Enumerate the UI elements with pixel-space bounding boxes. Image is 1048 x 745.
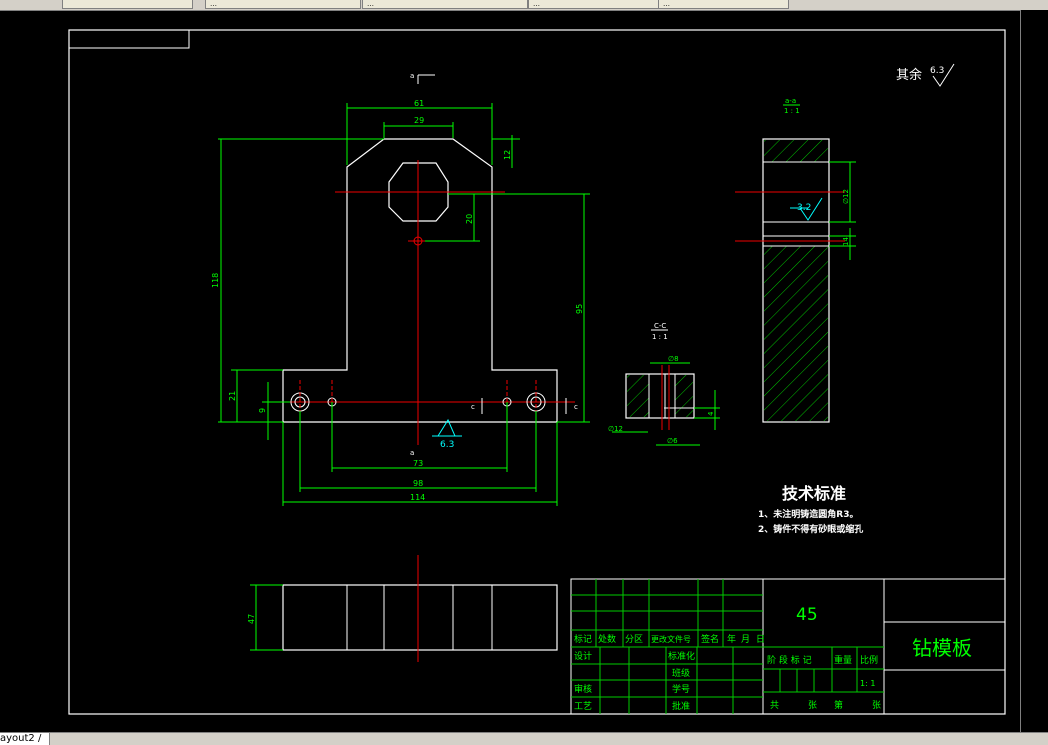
title-block-grid	[571, 579, 884, 714]
tech-line-2: 2、铸件不得有砂眼或缩孔	[758, 523, 863, 535]
tb-row-label-7: 月	[741, 634, 750, 645]
tb-student-no: 学号	[672, 683, 690, 695]
tb-approve: 批准	[672, 700, 690, 712]
dim-aa-2: 14	[842, 237, 850, 246]
tb-standard: 标准化	[668, 650, 695, 662]
dim-98: 98	[413, 479, 423, 488]
svg-text:a: a	[410, 449, 414, 457]
front-view	[265, 138, 575, 445]
tb-stage-mark: 阶 段 标 记	[767, 654, 812, 666]
dim-chamfer: 12	[503, 150, 512, 160]
sheet-border	[68, 29, 1006, 715]
tb-scale-value: 1: 1	[860, 679, 875, 688]
tb-sheets: 张	[808, 700, 817, 711]
tb-row-label-4: 更改文件号	[651, 634, 691, 644]
tb-level: 班级	[672, 667, 690, 679]
tb-total: 共	[770, 700, 779, 711]
section-c-label-right: c	[574, 403, 578, 411]
tb-scale: 比例	[860, 654, 878, 666]
section-cc-title: C-C	[654, 322, 666, 330]
layout-tab[interactable]: ayout2 /	[0, 733, 51, 745]
dim-114: 114	[410, 493, 425, 502]
svg-text:a: a	[410, 72, 414, 80]
dim-top-width: 61	[414, 99, 424, 108]
dim-hole-offset: 20	[465, 214, 474, 224]
document-tab-1[interactable]	[62, 0, 193, 9]
section-c-label-left: c	[471, 403, 475, 411]
dim-view-height: 47	[247, 614, 256, 624]
tb-row-label-8: 日	[756, 634, 765, 645]
roughness-value: 6.3	[930, 66, 944, 76]
tb-row-label-5: 签名	[701, 633, 719, 645]
layout-tab-bar: ayout2 /	[0, 732, 1048, 745]
dim-base-small: 9	[258, 408, 267, 413]
section-aa-scale: 1 : 1	[784, 107, 800, 115]
tb-material: 45	[796, 605, 818, 625]
tb-part-name: 钻模板	[912, 636, 972, 660]
dim-base-height: 21	[228, 391, 237, 401]
right-edge-scrollbar[interactable]	[1020, 10, 1048, 732]
roughness-prefix: 其余	[896, 67, 922, 83]
dim-cc-3: 4	[707, 411, 715, 416]
document-tab-2[interactable]: …	[205, 0, 361, 9]
section-cc-view	[612, 362, 720, 446]
dim-cc-2: ∅12	[608, 425, 623, 433]
tech-title: 技术标准	[782, 484, 846, 503]
front-view-outline	[282, 138, 558, 423]
section-aa-roughness: 3.2	[797, 203, 811, 213]
dim-73: 73	[413, 459, 423, 468]
sheet-corner-box	[68, 29, 190, 49]
tb-sheet: 张	[872, 700, 881, 711]
tech-line-1: 1、未注明铸造圆角R3。	[758, 508, 858, 520]
section-aa-view	[735, 138, 856, 423]
dim-total-height: 118	[211, 273, 220, 288]
drawing-canvas[interactable]: 其余 6.3 a a c c 61 29 12 20 118 95 21 9 7…	[0, 10, 1021, 732]
dim-hex-width: 29	[414, 116, 424, 125]
tb-row-label-3: 分区	[625, 634, 643, 645]
dim-cc-1: ∅8	[668, 355, 679, 363]
dim-aa-1: ∅12	[842, 189, 850, 204]
tb-design: 设计	[574, 650, 592, 662]
section-a-marker: a a	[410, 72, 435, 457]
document-tab-3[interactable]: …	[362, 0, 528, 9]
tb-row-label-1: 标记	[574, 633, 592, 645]
tb-row-label-2: 处数	[598, 633, 616, 645]
bottom-roughness-value: 6.3	[440, 440, 454, 450]
tb-no: 第	[834, 699, 843, 711]
document-tab-5[interactable]: …	[658, 0, 789, 9]
document-tab-4[interactable]: …	[528, 0, 659, 9]
dim-cc-4: ∅6	[667, 437, 678, 445]
tb-process: 工艺	[574, 701, 592, 712]
section-aa-title: a-a	[785, 97, 796, 105]
section-cc-scale: 1 : 1	[652, 333, 668, 341]
top-view	[250, 555, 558, 662]
dim-right-height: 95	[575, 304, 584, 314]
tb-check: 审核	[574, 683, 592, 695]
tb-row-label-6: 年	[727, 633, 736, 645]
tb-weight: 重量	[834, 654, 852, 666]
